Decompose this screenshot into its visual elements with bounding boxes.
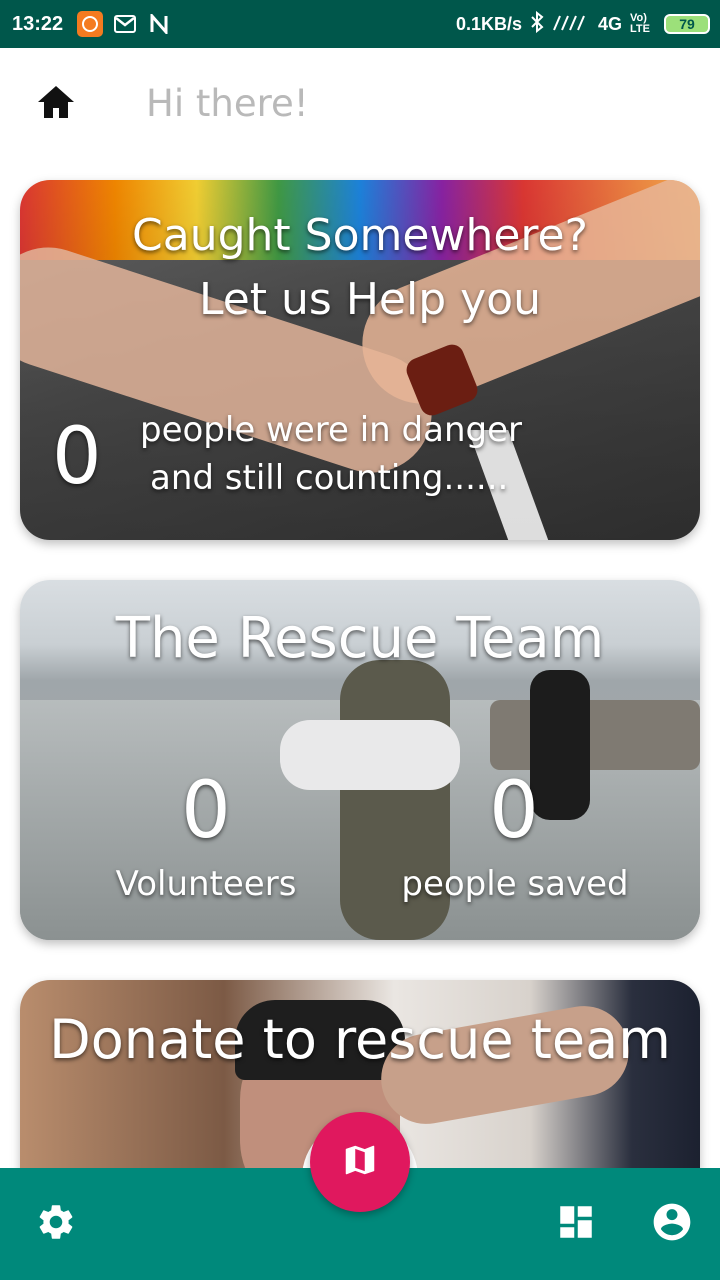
header: Hi there! (0, 48, 720, 160)
saved-count: 0 (489, 766, 539, 856)
saved-label: people saved (401, 864, 629, 904)
gear-icon (35, 1201, 77, 1247)
n-app-icon (147, 13, 171, 35)
gmail-icon (113, 13, 137, 35)
network-speed: 0.1KB/s (455, 13, 522, 34)
status-time: 13:22 (12, 12, 64, 35)
bluetooth-icon (530, 10, 544, 38)
rescue-team-title: The Rescue Team (115, 606, 605, 671)
dashboard-icon (555, 1201, 597, 1247)
rescue-team-card[interactable]: The Rescue Team 0 Volunteers 0 people sa… (20, 580, 700, 940)
danger-desc-line1: people were in danger (140, 410, 522, 450)
danger-count: 0 (52, 412, 102, 502)
danger-desc-line2: and still counting...... (150, 458, 509, 498)
help-title-line2: Let us Help you (199, 274, 541, 325)
profile-button[interactable] (650, 1202, 694, 1246)
map-button[interactable] (310, 1112, 410, 1212)
boat-image (490, 700, 700, 770)
notification-icons (77, 11, 171, 37)
greeting-text: Hi there! (146, 82, 309, 125)
mi-app-icon (77, 11, 104, 37)
help-title-line1: Caught Somewhere? (132, 210, 588, 261)
dashboard-button[interactable] (554, 1202, 598, 1246)
settings-button[interactable] (34, 1202, 78, 1246)
help-card[interactable]: Caught Somewhere? Let us Help you 0 peop… (20, 180, 700, 540)
donate-title: Donate to rescue team (49, 1008, 671, 1071)
volunteers-count: 0 (181, 766, 231, 856)
status-right: 0.1KB/s 4G Vo) LTE 79 (455, 10, 710, 38)
volunteers-label: Volunteers (115, 864, 297, 904)
network-type: 4G (597, 13, 622, 34)
home-icon[interactable] (36, 84, 76, 120)
battery-icon: 79 (664, 14, 710, 34)
signal-icon (552, 12, 590, 37)
volte-icon: Vo) LTE (630, 12, 650, 35)
status-bar: 13:22 0.1KB/s 4G Vo) LTE 79 (0, 0, 720, 48)
account-icon (650, 1200, 694, 1248)
map-icon (341, 1141, 379, 1183)
